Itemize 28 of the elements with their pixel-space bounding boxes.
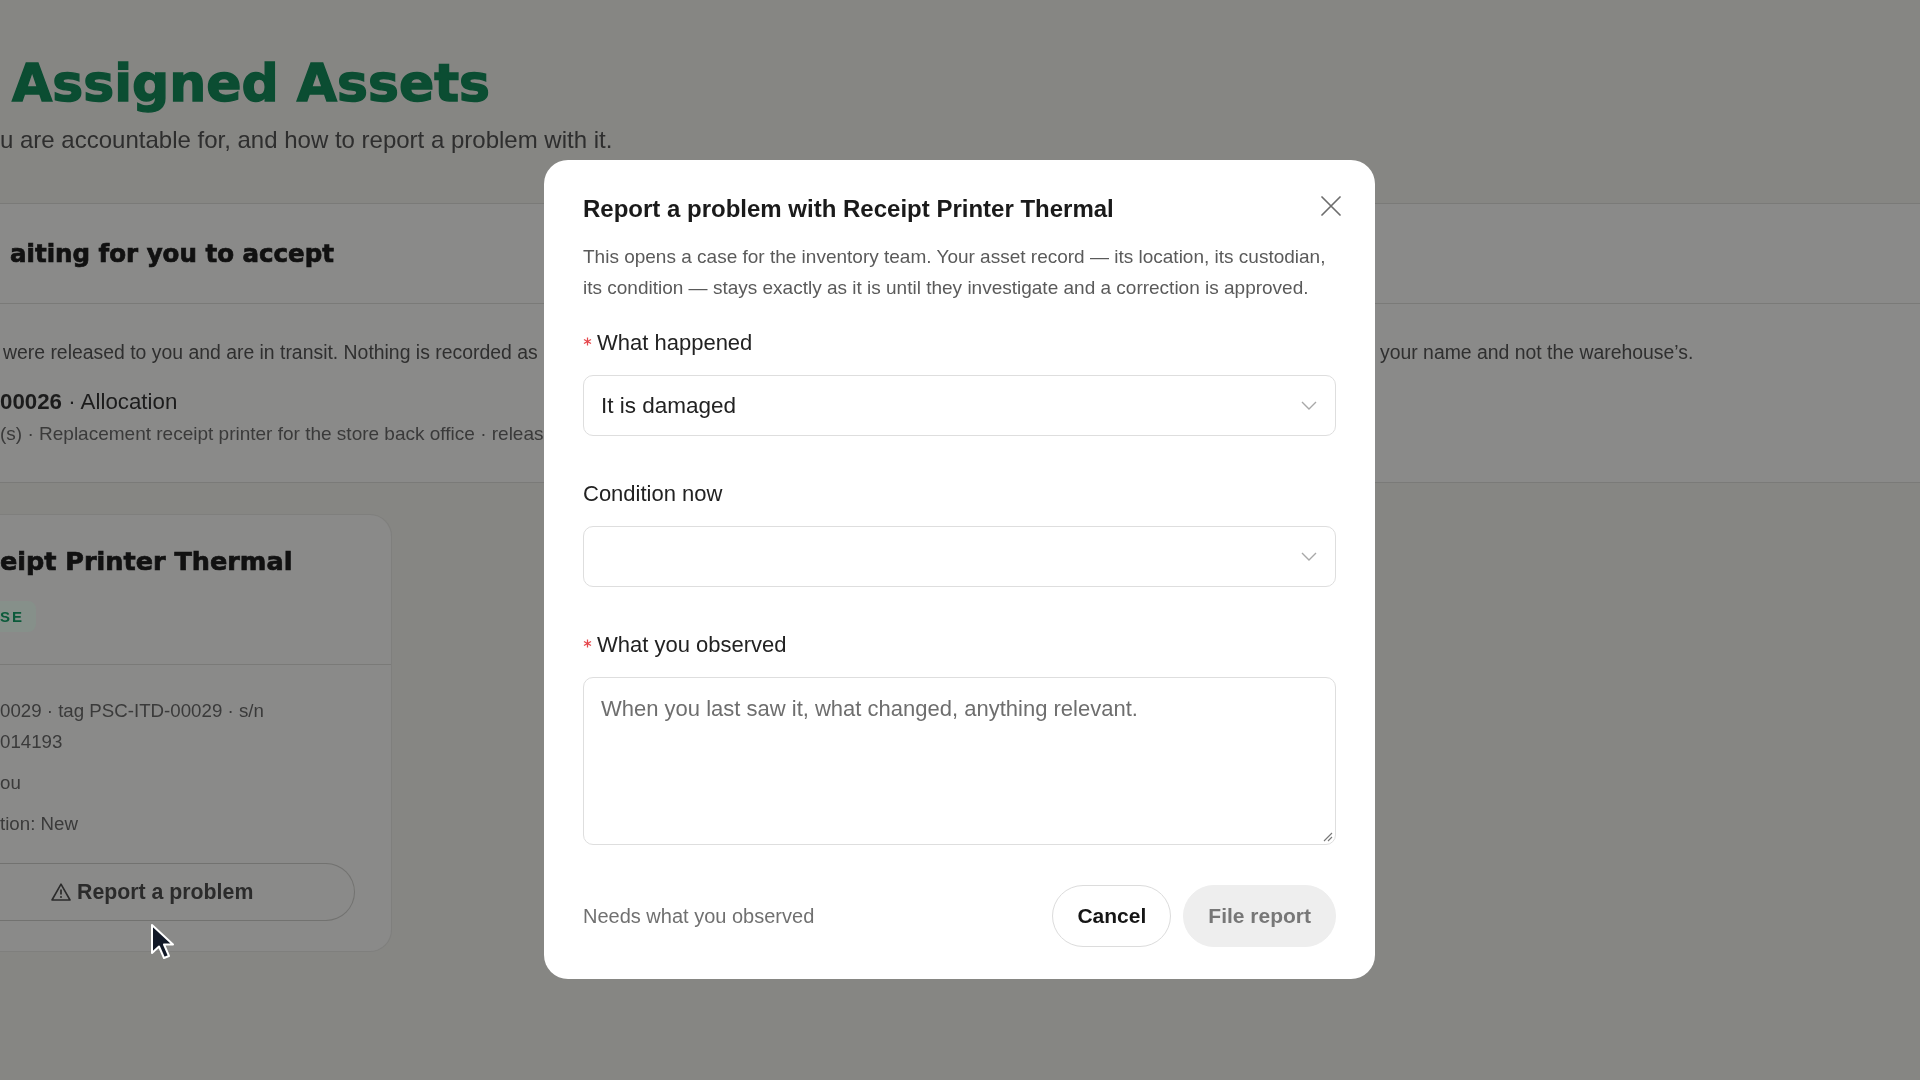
asset-title: eipt Printer Thermal <box>0 546 293 576</box>
dialog-description: This opens a case for the inventory team. Your asset record — its location, its custodian, its condition — stays exactly as it is until they investigate and a correction is approved. <box>583 245 1327 300</box>
asset-detail: tion: New <box>0 812 78 836</box>
page-subtitle: u are accountable for, and how to report a problem with it. <box>0 126 613 154</box>
resize-grip-icon <box>1323 832 1333 842</box>
mouse-pointer-icon <box>150 923 176 961</box>
page-title: Assigned Assets <box>12 52 491 114</box>
validation-hint: Needs what you observed <box>583 904 815 928</box>
asset-detail: 0029 · tag PSC-ITD-00029 · s/n 014193 <box>0 699 265 754</box>
transfer-details: (s) · Replacement receipt printer for the store back office · releas <box>0 422 544 446</box>
notice-text: were released to you and are in transit. Nothing is recorded as <box>2 340 538 365</box>
close-icon[interactable] <box>1321 196 1341 216</box>
cancel-button[interactable]: Cancel <box>1052 885 1172 947</box>
field-label: Condition now <box>583 481 723 507</box>
notice-text: your name and not the warehouse’s. <box>1380 340 1694 365</box>
field-label: What happened <box>597 330 753 356</box>
status-badge: SE <box>0 601 36 632</box>
field-label: What you observed <box>597 632 787 658</box>
select-field[interactable] <box>583 526 1336 587</box>
chevron-down-icon <box>1301 401 1317 410</box>
textarea-field[interactable]: When you last saw it, what changed, anything relevant. <box>583 677 1336 845</box>
asset-detail: ou <box>0 771 21 795</box>
dialog-title: Report a problem with Receipt Printer Thermal <box>583 194 1114 224</box>
chevron-down-icon <box>1301 552 1317 561</box>
select-field[interactable]: It is damaged <box>583 375 1336 436</box>
warning-icon <box>51 883 71 901</box>
section-heading: aiting for you to accept <box>10 239 334 269</box>
transfer-title: 00026 · Allocation <box>0 388 178 416</box>
